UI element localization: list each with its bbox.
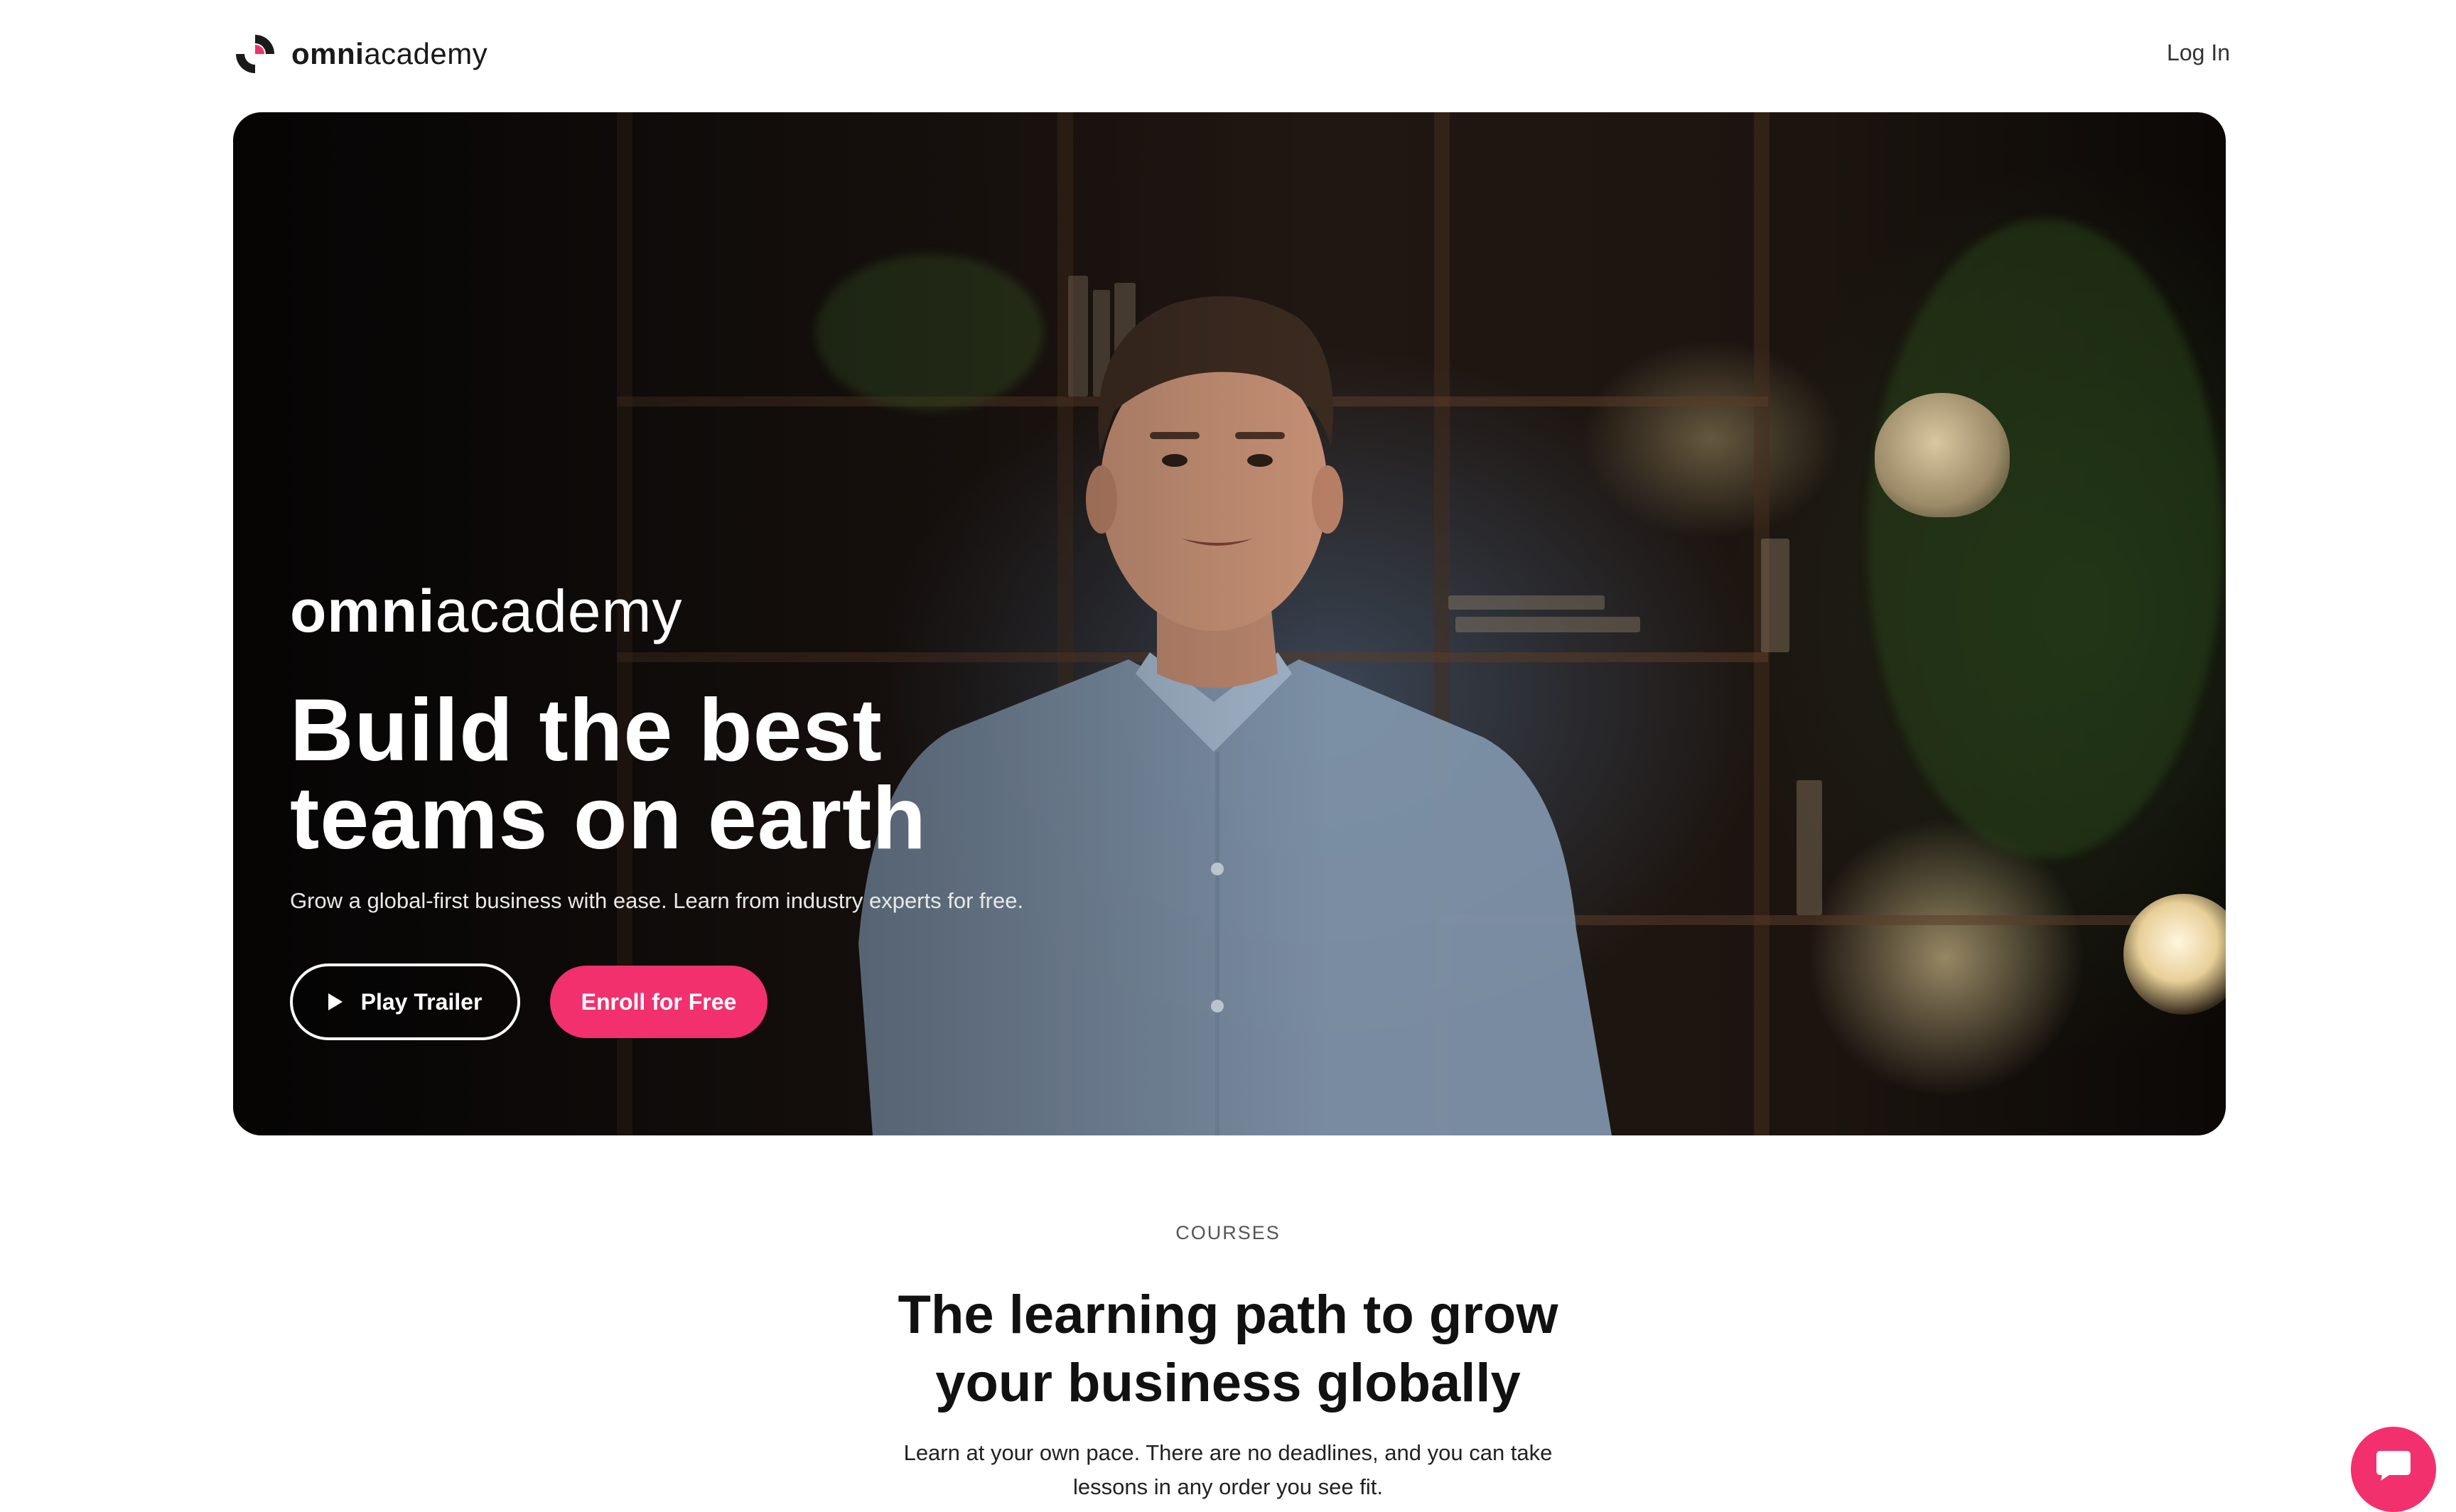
omni-logo-icon bbox=[236, 35, 274, 73]
section-description: Learn at your own pace. There are no dea… bbox=[903, 1440, 1553, 1499]
site-header: omniacademy Log In bbox=[0, 0, 2456, 111]
brand-logo[interactable]: omniacademy bbox=[233, 31, 488, 77]
chat-icon bbox=[2376, 1451, 2411, 1481]
hero-actions: Play Trailer Enroll for Free bbox=[290, 963, 1285, 1040]
play-trailer-button[interactable]: Play Trailer bbox=[290, 963, 520, 1040]
play-icon bbox=[328, 993, 343, 1010]
enroll-label: Enroll for Free bbox=[581, 988, 737, 1015]
enroll-button[interactable]: Enroll for Free bbox=[550, 966, 768, 1038]
hero-subtitle: Grow a global-first business with ease. … bbox=[290, 888, 1024, 913]
brand-wordmark-bold: omni bbox=[291, 37, 365, 70]
hero-title: Build the best teams on earth bbox=[290, 681, 927, 868]
section-eyebrow: COURSES bbox=[1175, 1222, 1281, 1243]
section-title: The learning path to grow your business … bbox=[898, 1285, 1558, 1413]
hero-content: omniacademy Build the best teams on eart… bbox=[290, 581, 1285, 1040]
hero-logo-bold: omni bbox=[290, 578, 436, 644]
play-trailer-label: Play Trailer bbox=[360, 988, 483, 1015]
hero-logo-light: academy bbox=[435, 578, 683, 644]
chat-launcher-button[interactable] bbox=[2351, 1427, 2436, 1512]
brand-wordmark-light: academy bbox=[364, 37, 488, 70]
hero-banner: omniacademy Build the best teams on eart… bbox=[233, 112, 2226, 1135]
login-link[interactable]: Log In bbox=[2167, 40, 2230, 66]
courses-section: COURSES The learning path to grow your b… bbox=[0, 1222, 2456, 1504]
hero-logo: omniacademy bbox=[290, 581, 1285, 641]
brand-wordmark: omniacademy bbox=[291, 39, 488, 69]
